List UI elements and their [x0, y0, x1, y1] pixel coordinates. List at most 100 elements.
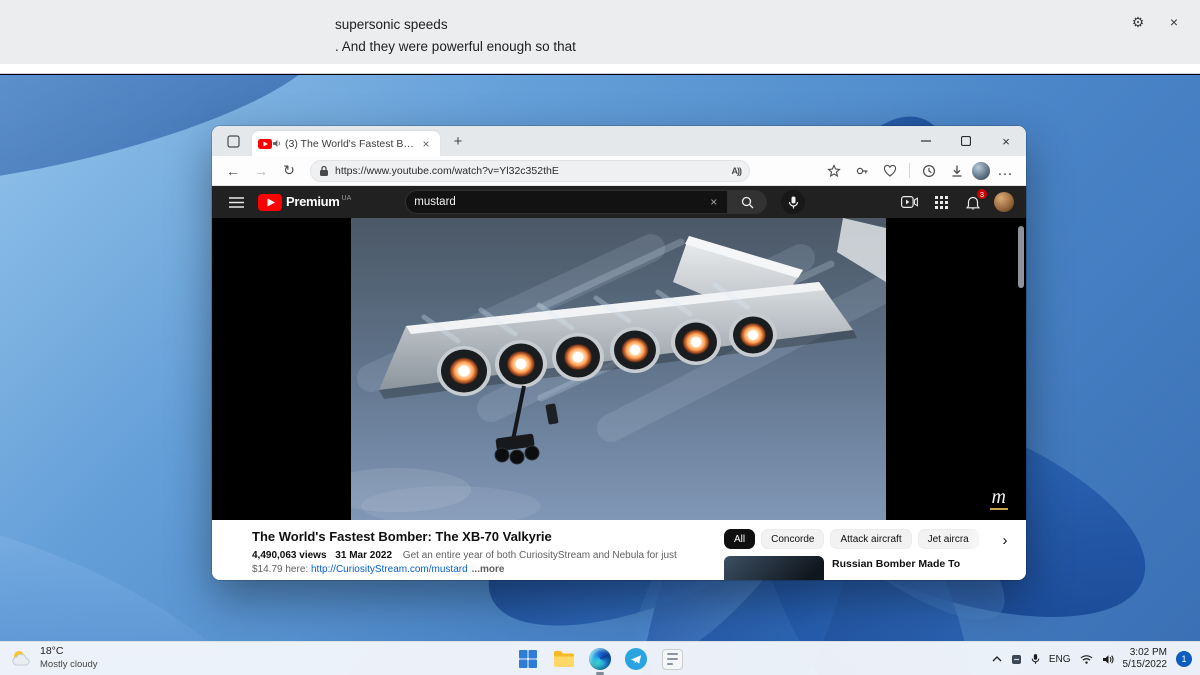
- read-aloud-icon[interactable]: A)): [732, 166, 742, 176]
- video-date: 31 Mar 2022: [335, 550, 393, 561]
- taskbar-time: 3:02 PM: [1129, 647, 1167, 658]
- browser-titlebar[interactable]: (3) The World's Fastest Bom × + ×: [212, 126, 1026, 156]
- apps-grid-icon[interactable]: [930, 191, 952, 213]
- caption-text: supersonic speeds . And they were powerf…: [335, 0, 576, 58]
- tray-mic-icon[interactable]: [1031, 653, 1040, 665]
- captions-app-icon: [661, 648, 683, 670]
- menu-icon[interactable]: [224, 190, 248, 214]
- password-manager-icon[interactable]: [849, 159, 875, 183]
- live-captions-panel: supersonic speeds . And they were powerf…: [0, 0, 1200, 64]
- taskbar: 18°C Mostly cloudy ENG 3:02 PM 5/15/2022…: [0, 641, 1200, 675]
- caption-line-1: supersonic speeds: [335, 17, 448, 32]
- search-button[interactable]: [727, 190, 768, 214]
- tab-audio-icon[interactable]: [272, 139, 281, 148]
- page-scrollbar[interactable]: [1018, 226, 1024, 288]
- forward-button[interactable]: →: [248, 159, 274, 183]
- address-bar[interactable]: https://www.youtube.com/watch?v=Yl32c352…: [310, 159, 750, 182]
- browser-window[interactable]: (3) The World's Fastest Bom × + × ← → ↻ …: [212, 126, 1026, 580]
- network-icon[interactable]: [1080, 654, 1093, 664]
- back-button[interactable]: ←: [220, 159, 246, 183]
- edge-icon: [589, 648, 611, 670]
- gear-icon: ⚙: [1131, 13, 1145, 30]
- notification-count-badge: 3: [976, 188, 988, 200]
- weather-icon: [12, 651, 30, 666]
- chips-next-icon[interactable]: ›: [994, 529, 1016, 551]
- browser-tab[interactable]: (3) The World's Fastest Bom ×: [252, 131, 440, 156]
- tray-overflow-chevron-icon[interactable]: [992, 656, 1002, 662]
- channel-watermark[interactable]: m: [989, 486, 1008, 510]
- video-description-1: Get an entire year of both CuriosityStre…: [402, 550, 677, 561]
- url-text[interactable]: https://www.youtube.com/watch?v=Yl32c352…: [335, 165, 726, 177]
- desktop[interactable]: (3) The World's Fastest Bom × + × ← → ↻ …: [0, 75, 1200, 675]
- search-icon: [741, 196, 754, 208]
- video-description-2: $14.79 here:: [252, 564, 311, 575]
- youtube-favicon: [258, 138, 272, 149]
- notification-center-badge[interactable]: 1: [1176, 651, 1192, 667]
- youtube-play-icon: [258, 193, 282, 211]
- edge-taskbar-icon[interactable]: [587, 646, 613, 672]
- browser-menu-icon[interactable]: …: [992, 159, 1018, 183]
- show-more-button[interactable]: ...more: [472, 564, 505, 575]
- tab-close-icon[interactable]: ×: [418, 136, 434, 152]
- search-input[interactable]: [414, 196, 709, 208]
- close-icon: ×: [1169, 14, 1179, 30]
- related-video-item[interactable]: Russian Bomber Made To: [724, 556, 1016, 580]
- favorites-icon[interactable]: [821, 159, 847, 183]
- youtube-profile-avatar[interactable]: [994, 192, 1014, 212]
- notifications-bell-icon[interactable]: 3: [962, 188, 988, 213]
- video-player[interactable]: m: [212, 218, 1026, 520]
- history-icon[interactable]: [916, 159, 942, 183]
- workspaces-icon[interactable]: [222, 130, 244, 152]
- window-close-button[interactable]: ×: [986, 126, 1026, 156]
- video-info-section: The World's Fastest Bomber: The XB-70 Va…: [212, 520, 1026, 580]
- telegram-taskbar-icon[interactable]: [623, 646, 649, 672]
- captions-app-taskbar-icon[interactable]: [659, 646, 685, 672]
- window-maximize-button[interactable]: [946, 126, 986, 156]
- file-explorer-icon[interactable]: [551, 646, 577, 672]
- captions-settings-button[interactable]: ⚙: [1126, 10, 1150, 34]
- weather-temperature: 18°C: [40, 645, 64, 657]
- live-captions-bar: supersonic speeds . And they were powerf…: [0, 0, 1200, 74]
- description-link[interactable]: http://CuriosityStream.com/mustard: [311, 564, 468, 575]
- volume-icon[interactable]: [1102, 654, 1114, 665]
- browser-essentials-icon[interactable]: [877, 159, 903, 183]
- browser-toolbar: ← → ↻ https://www.youtube.com/watch?v=Yl…: [212, 156, 1026, 186]
- related-video-thumbnail[interactable]: [724, 556, 824, 580]
- create-video-icon[interactable]: [898, 191, 920, 213]
- tray-app-icon[interactable]: [1011, 654, 1022, 665]
- related-video-title[interactable]: Russian Bomber Made To: [832, 556, 960, 580]
- video-views: 4,490,063 views: [252, 550, 327, 561]
- chip-jet-aircraft[interactable]: Jet aircra: [917, 529, 979, 549]
- language-indicator[interactable]: ENG: [1049, 654, 1071, 665]
- youtube-region-code: UA: [341, 194, 352, 202]
- browser-profile-avatar[interactable]: [972, 161, 990, 180]
- new-tab-button[interactable]: +: [446, 129, 470, 153]
- youtube-brand-text: Premium: [286, 193, 340, 209]
- caption-line-2: . And they were powerful enough so that: [335, 39, 576, 54]
- captions-close-button[interactable]: ×: [1162, 10, 1186, 34]
- toolbar-divider: [909, 163, 910, 178]
- chip-attack-aircraft[interactable]: Attack aircraft: [830, 529, 912, 549]
- video-frame-xb70[interactable]: [351, 218, 886, 520]
- youtube-premium-logo[interactable]: Premium UA: [258, 193, 352, 211]
- video-title: The World's Fastest Bomber: The XB-70 Va…: [252, 529, 552, 544]
- weather-widget[interactable]: 18°C Mostly cloudy: [10, 645, 98, 671]
- weather-condition: Mostly cloudy: [40, 659, 98, 670]
- filter-chips: All Concorde Attack aircraft Jet aircra: [724, 529, 1016, 549]
- chip-all[interactable]: All: [724, 529, 756, 549]
- youtube-header: Premium UA ×: [212, 186, 1026, 218]
- tab-title: (3) The World's Fastest Bom: [285, 137, 414, 150]
- start-button[interactable]: [515, 646, 541, 672]
- refresh-button[interactable]: ↻: [276, 159, 302, 183]
- mic-icon: [788, 196, 798, 208]
- screen: supersonic speeds . And they were powerf…: [0, 0, 1200, 675]
- chip-concorde[interactable]: Concorde: [761, 529, 825, 549]
- taskbar-date: 5/15/2022: [1122, 659, 1168, 670]
- taskbar-clock[interactable]: 3:02 PM 5/15/2022: [1123, 647, 1168, 671]
- downloads-icon[interactable]: [944, 159, 970, 183]
- youtube-search-box[interactable]: ×: [405, 190, 728, 214]
- window-minimize-button[interactable]: [906, 126, 946, 156]
- telegram-icon: [625, 648, 647, 670]
- search-clear-icon[interactable]: ×: [708, 195, 719, 209]
- voice-search-button[interactable]: [781, 190, 806, 214]
